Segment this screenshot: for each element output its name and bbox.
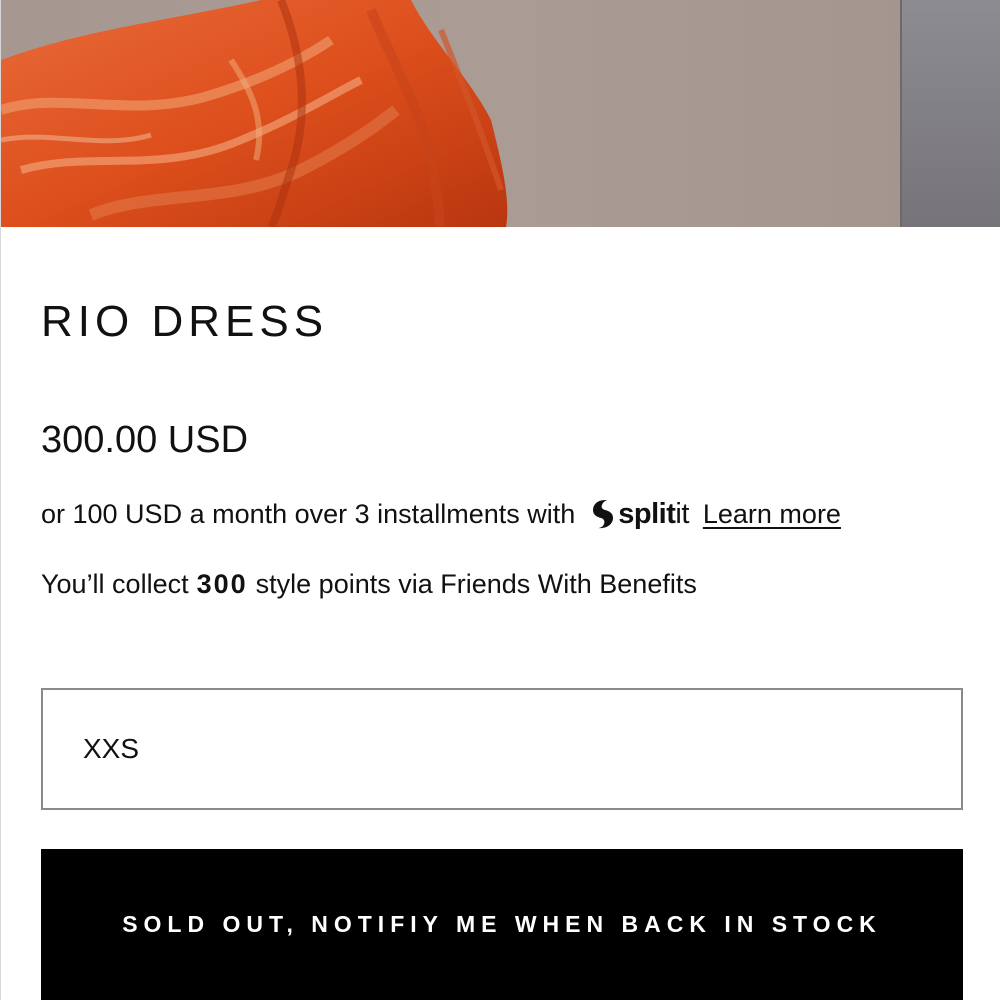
points-amount: 300 (196, 568, 248, 599)
product-price: 300.00 USD (41, 419, 249, 461)
style-points-line: You’ll collect 300 style points via Frie… (41, 566, 697, 602)
points-suffix: style points via Friends With Benefits (255, 568, 697, 599)
size-select-value: XXS (83, 733, 140, 764)
splitit-logo: split it (591, 499, 689, 529)
product-image[interactable] (1, 0, 1000, 227)
splitit-icon (593, 500, 614, 529)
notify-me-button[interactable]: SOLD OUT, NOTIFIY ME WHEN BACK IN STOCK (41, 849, 963, 1000)
dress-photo (1, 0, 1000, 227)
splitit-bold-text: split (618, 497, 676, 530)
installments-line: or 100 USD a month over 3 installments w… (41, 496, 841, 532)
product-page: RIO DRESS 300.00 USD or 100 USD a month … (0, 0, 1000, 1000)
installments-text: or 100 USD a month over 3 installments w… (41, 498, 576, 529)
splitit-light-text: it (675, 497, 689, 530)
notify-me-label: SOLD OUT, NOTIFIY ME WHEN BACK IN STOCK (122, 911, 882, 937)
size-select[interactable]: XXS (41, 688, 963, 810)
points-prefix: You’ll collect (41, 568, 189, 599)
learn-more-link[interactable]: Learn more (703, 499, 841, 530)
product-title: RIO DRESS (41, 297, 329, 346)
